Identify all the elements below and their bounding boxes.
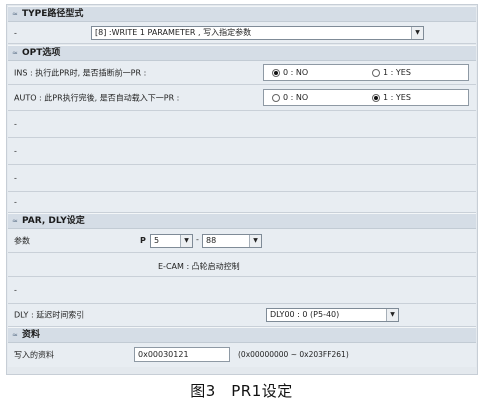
row-dash: - — [14, 146, 17, 156]
collapse-icon: ≈ — [12, 217, 18, 225]
blank-row: - — [8, 192, 476, 213]
radio-label: 1 : YES — [383, 93, 411, 102]
type-select-value: [8] :WRITE 1 PARAMETER , 写入指定参数 — [95, 28, 252, 37]
param-separator: - — [196, 235, 199, 244]
chevron-down-icon: ▼ — [386, 309, 398, 321]
row-dash: - — [14, 197, 17, 207]
p-index-value: 88 — [206, 236, 217, 245]
collapse-icon: ≈ — [12, 49, 18, 57]
auto-row: AUTO : 此PR执行完後, 是否自动载入下一PR : 0 : NO 1 : … — [8, 85, 476, 111]
chevron-down-icon: ▼ — [180, 235, 192, 247]
section-header-opt[interactable]: ≈ OPT选项 — [8, 45, 476, 61]
blank-row: - — [8, 111, 476, 138]
ecam-description: E-CAM : 凸轮启动控制 — [158, 262, 240, 271]
write-label: 写入的资料 — [14, 350, 54, 360]
radio-label: 1 : YES — [383, 68, 411, 77]
radio-label: 0 : NO — [283, 68, 309, 77]
dly-row: DLY : 延迟时间索引 DLY00 : 0 (P5-40) ▼ — [8, 304, 476, 327]
p-index-select[interactable]: 88 ▼ — [202, 234, 262, 248]
section-header-data[interactable]: ≈ 资料 — [8, 327, 476, 343]
collapse-icon: ≈ — [12, 331, 18, 339]
row-dash: - — [14, 285, 17, 295]
type-row: - [8] :WRITE 1 PARAMETER , 写入指定参数 ▼ — [8, 22, 476, 44]
ins-row: INS : 执行此PR时, 是否插断前一PR : 0 : NO 1 : YES — [8, 61, 476, 85]
figure-caption: 图3 PR1设定 — [190, 382, 293, 400]
blank-row: - — [8, 138, 476, 165]
radio-unselected-icon — [272, 93, 280, 102]
blank-row: - — [8, 165, 476, 192]
dly-select[interactable]: DLY00 : 0 (P5-40) ▼ — [266, 308, 399, 322]
section-title: TYPE路径型式 — [22, 9, 84, 19]
write-value-input[interactable]: 0x00030121 — [134, 347, 230, 362]
collapse-icon: ≈ — [12, 10, 18, 18]
write-value: 0x00030121 — [138, 350, 189, 359]
section-header-par-dly[interactable]: ≈ PAR, DLY设定 — [8, 213, 476, 229]
param-label: 参数 — [14, 236, 30, 245]
write-row: 写入的资料 0x00030121 (0x00000000 ~ 0x203FF26… — [8, 343, 476, 367]
radio-selected-icon — [372, 93, 380, 102]
radio-label: 0 : NO — [283, 93, 309, 102]
param-row: 参数 P 5 ▼ - 88 ▼ — [8, 229, 476, 253]
row-dash: - — [14, 119, 17, 129]
chevron-down-icon: ▼ — [249, 235, 261, 247]
row-dash: - — [14, 173, 17, 183]
section-title: PAR, DLY设定 — [22, 216, 85, 226]
p-label: P — [140, 236, 146, 245]
pr-settings-panel: ≈ TYPE路径型式 - [8] :WRITE 1 PARAMETER , 写入指… — [6, 4, 478, 375]
section-title: 资料 — [22, 330, 41, 340]
type-select[interactable]: [8] :WRITE 1 PARAMETER , 写入指定参数 ▼ — [91, 26, 424, 40]
radio-selected-icon — [272, 68, 280, 77]
ins-radio-no[interactable]: 0 : NO — [272, 68, 308, 77]
chevron-down-icon: ▼ — [411, 27, 423, 39]
dly-select-value: DLY00 : 0 (P5-40) — [270, 310, 340, 319]
p-group-select[interactable]: 5 ▼ — [150, 234, 193, 248]
ins-radio-yes[interactable]: 1 : YES — [372, 68, 411, 77]
auto-radio-yes[interactable]: 1 : YES — [372, 93, 411, 102]
dly-label: DLY : 延迟时间索引 — [14, 310, 85, 320]
ecam-row: E-CAM : 凸轮启动控制 — [8, 253, 476, 277]
blank-row: - — [8, 277, 476, 304]
write-range-hint: (0x00000000 ~ 0x203FF261) — [238, 350, 349, 359]
auto-radio-no[interactable]: 0 : NO — [272, 93, 308, 102]
section-header-type[interactable]: ≈ TYPE路径型式 — [8, 6, 476, 22]
ins-label: INS : 执行此PR时, 是否插断前一PR : — [14, 68, 147, 77]
p-group-value: 5 — [154, 236, 160, 245]
section-title: OPT选项 — [22, 48, 61, 58]
ins-radio-group: 0 : NO 1 : YES — [263, 64, 469, 81]
radio-unselected-icon — [372, 68, 380, 77]
row-dash: - — [14, 28, 17, 37]
auto-radio-group: 0 : NO 1 : YES — [263, 89, 469, 106]
auto-label: AUTO : 此PR执行完後, 是否自动载入下一PR : — [14, 93, 180, 102]
